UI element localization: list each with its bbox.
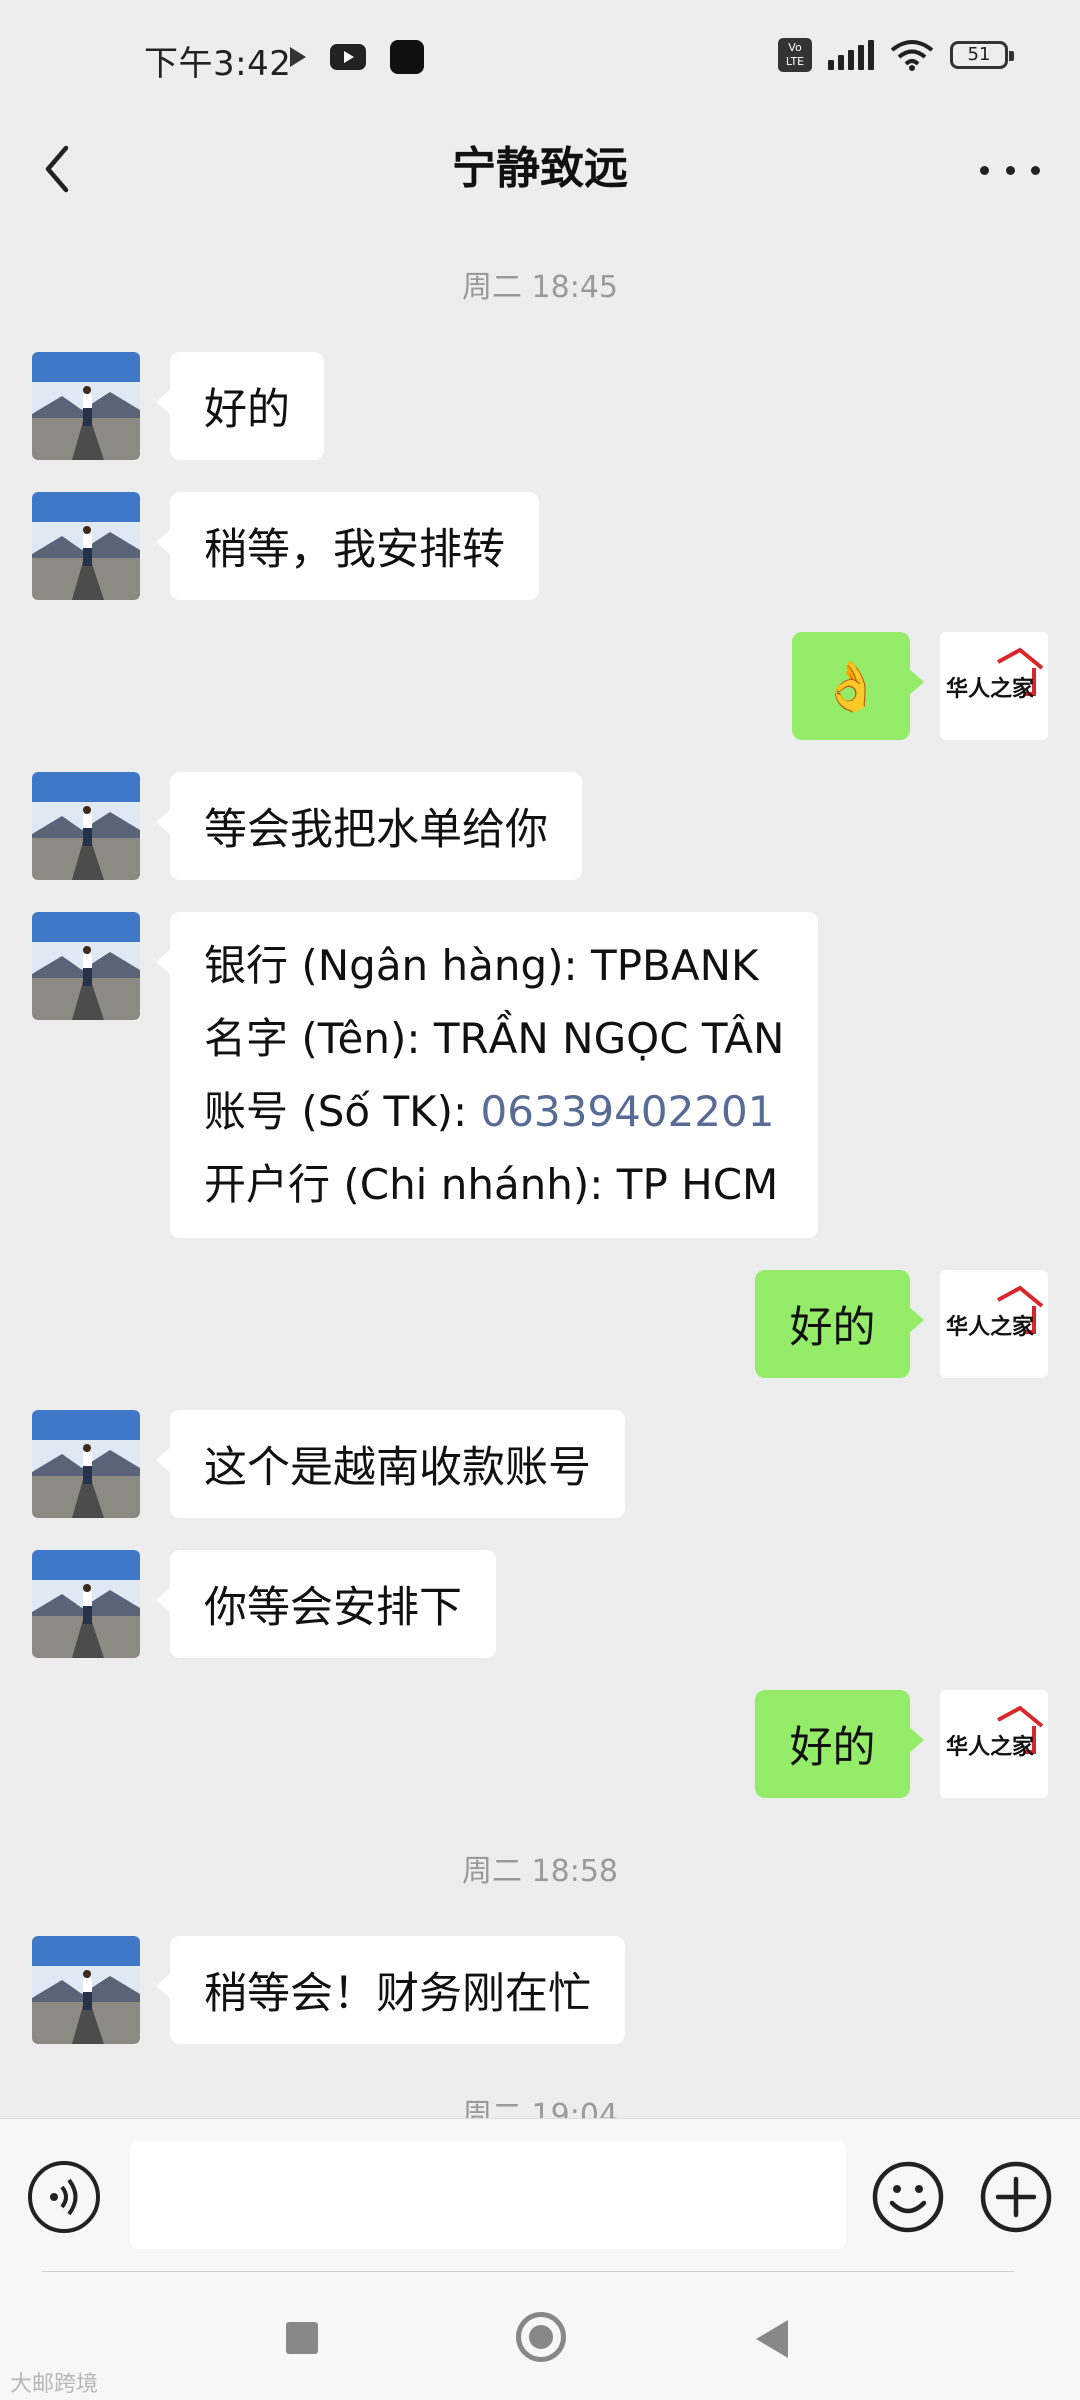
status-time: 下午3:42 [144,44,292,84]
app-notification-icon [390,40,424,74]
bank-line: 银行 (Ngân hàng): TPBANK [204,941,759,990]
message-bubble-outgoing[interactable]: 好的 [755,1690,924,1798]
contact-avatar[interactable] [32,492,140,600]
message-text: 好的 [204,385,290,435]
ok-hand-emoji: 👌 [821,658,881,715]
contact-avatar[interactable] [32,1550,140,1658]
name-line: 名字 (Tên): TRẦN NGỌC TÂN [204,1014,785,1063]
battery-icon: 51 [950,41,1014,69]
message-bubble[interactable]: 稍等，我安排转 [156,492,539,600]
message-bubble-outgoing[interactable]: 👌 [792,632,924,740]
message-input[interactable] [130,2141,846,2249]
message-bubble-outgoing[interactable]: 好的 [755,1270,924,1378]
contact-avatar[interactable] [32,1936,140,2044]
message-text: 你等会安排下 [204,1583,462,1633]
emoji-button-icon[interactable] [870,2159,946,2235]
input-bar [0,2118,1080,2273]
contact-avatar[interactable] [32,352,140,460]
message-text: 这个是越南收款账号 [204,1443,591,1493]
chat-header: 宁静致远 [0,120,1080,218]
timestamp-partial: 周二 19:04 [462,2098,618,2118]
contact-avatar[interactable] [32,772,140,880]
chat-title: 宁静致远 [452,143,628,194]
account-number-link[interactable]: 06339402201 [481,1087,775,1136]
svg-text:华人之家: 华人之家 [946,1734,1035,1760]
signal-icon [828,40,874,70]
house-logo-icon: 华人之家 [940,632,1048,740]
message-bubble[interactable]: 你等会安排下 [156,1550,496,1658]
message-text: 稍等，我安排转 [204,525,505,575]
message-text: 好的 [789,1723,876,1773]
message-text: 稍等会！财务刚在忙 [204,1969,591,2019]
account-label: 账号 (Số TK): [204,1087,481,1136]
contact-avatar[interactable] [32,1410,140,1518]
timestamp: 周二 18:58 [462,1854,618,1889]
status-bar: 下午3:42 Vo LTE 51 [0,0,1080,120]
bank-info-bubble[interactable]: 银行 (Ngân hàng): TPBANK 名字 (Tên): TRẦN NG… [155,912,819,1238]
wifi-icon [890,40,934,71]
voice-input-button[interactable] [28,2161,100,2233]
svg-text:华人之家: 华人之家 [946,676,1035,702]
my-avatar[interactable]: 华人之家 [940,632,1048,740]
svg-text:华人之家: 华人之家 [946,1314,1035,1340]
account-line: 账号 (Số TK): 06339402201 [204,1075,774,1148]
system-nav-bar [0,2272,1080,2400]
volte-icon: Vo LTE [778,38,812,72]
message-bubble[interactable]: 这个是越南收款账号 [156,1410,625,1518]
play-icon [290,47,306,67]
recent-apps-icon[interactable] [286,2322,318,2354]
house-logo-icon: 华人之家 [940,1690,1048,1798]
my-avatar[interactable]: 华人之家 [940,1690,1048,1798]
home-icon[interactable] [516,2312,566,2362]
message-bubble[interactable]: 稍等会！财务刚在忙 [156,1936,625,2044]
timestamp: 周二 18:45 [462,270,618,305]
back-nav-icon[interactable] [756,2320,788,2358]
more-options-icon[interactable] [980,150,1040,190]
voice-icon [50,2178,78,2216]
message-bubble[interactable]: 等会我把水单给你 [156,772,582,880]
my-avatar[interactable]: 华人之家 [940,1270,1048,1378]
message-list[interactable]: 周二 18:45 好的 稍等，我安排转 👌 华人之家 等会我把水单给你 银行 (… [0,218,1080,2118]
branch-line: 开户行 (Chi nhánh): TP HCM [204,1160,779,1209]
message-bubble[interactable]: 好的 [156,352,324,460]
add-more-button-icon[interactable] [978,2159,1054,2235]
message-text: 好的 [789,1303,876,1353]
message-text: 等会我把水单给你 [204,805,548,855]
watermark: 大邮跨境 [10,2372,99,2397]
youtube-icon [330,44,366,70]
contact-avatar[interactable] [32,912,140,1020]
house-logo-icon: 华人之家 [940,1270,1048,1378]
